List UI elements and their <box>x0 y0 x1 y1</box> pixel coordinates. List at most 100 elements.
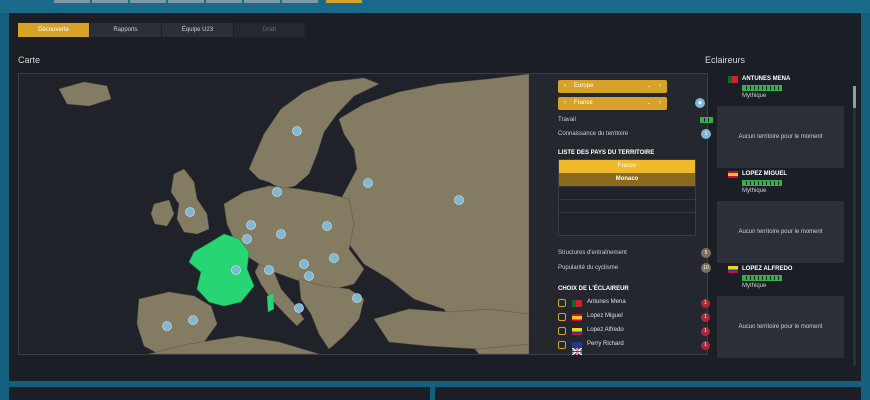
scout-option-name[interactable]: Lopez Alfredo <box>587 327 624 333</box>
country-next-button[interactable]: › <box>655 97 665 110</box>
corsica-island <box>267 294 274 312</box>
scout-rank: Mythique <box>742 188 767 194</box>
marker-icon[interactable] <box>246 220 256 230</box>
country-list-item[interactable]: Monaco <box>559 173 695 186</box>
scout-name[interactable]: ANTUNES MENA <box>742 76 790 82</box>
scouts-section-title: Eclaireurs <box>705 55 746 65</box>
marker-icon[interactable] <box>329 253 339 263</box>
great-britain-land <box>170 168 210 235</box>
scout-territory-box[interactable]: Aucun territoire pour le moment <box>717 201 844 263</box>
scout-option-name[interactable]: Antunes Mena <box>587 299 626 305</box>
top-nav-item[interactable] <box>282 0 318 3</box>
portugal-flag-icon <box>728 76 738 83</box>
tab-reports[interactable]: Rapports <box>90 23 161 37</box>
region-prev-button[interactable]: ‹ <box>560 80 570 93</box>
marker-icon[interactable] <box>188 315 198 325</box>
colombia-flag-icon <box>728 266 738 273</box>
marker-icon[interactable] <box>352 293 362 303</box>
work-label: Travail <box>558 117 576 123</box>
country-list-empty-row <box>559 199 695 212</box>
map-frame: ‹ Europe ⌄ › ‹ France ⌄ › ◆ Travail Conn… <box>18 73 713 356</box>
scout-name[interactable]: LOPEZ ALFREDO <box>742 266 792 272</box>
work-progress-bar <box>700 117 713 123</box>
scout-rank: Mythique <box>742 283 767 289</box>
europe-map[interactable] <box>19 74 529 354</box>
scout-checkbox[interactable] <box>558 313 566 321</box>
bottom-panel-right <box>435 387 861 400</box>
marker-icon[interactable] <box>454 195 464 205</box>
bottom-panel-left <box>9 387 430 400</box>
top-nav-item[interactable] <box>92 0 128 3</box>
info-icon[interactable]: ◆ <box>695 98 705 108</box>
iceland-land <box>58 81 112 107</box>
top-nav-item[interactable] <box>54 0 90 3</box>
marker-icon[interactable] <box>272 187 282 197</box>
turkey-land <box>373 308 529 350</box>
tab-bar: Découverte Rapports Équipe U23 Draft <box>18 23 306 37</box>
scout-checkbox[interactable] <box>558 327 566 335</box>
top-nav-item[interactable] <box>168 0 204 3</box>
marker-icon[interactable] <box>363 178 373 188</box>
scouts-scrollbar-thumb[interactable] <box>853 86 856 108</box>
marker-icon[interactable] <box>242 234 252 244</box>
scout-level-bar <box>742 180 782 186</box>
tab-discovery[interactable]: Découverte <box>18 23 89 37</box>
marker-icon[interactable] <box>231 265 241 275</box>
top-nav-item[interactable] <box>206 0 242 3</box>
tab-draft: Draft <box>234 23 305 37</box>
scout-checkbox[interactable] <box>558 299 566 307</box>
top-nav-item[interactable] <box>130 0 166 3</box>
scout-territory-box[interactable]: Aucun territoire pour le moment <box>717 106 844 168</box>
europe-map-graphic <box>58 74 529 354</box>
scout-option-name[interactable]: Lopez Miguel <box>587 313 623 319</box>
country-list-item[interactable]: France <box>559 160 695 173</box>
scout-option-badge: 1 <box>701 299 710 308</box>
marker-icon[interactable] <box>292 126 302 136</box>
uk-flag-icon <box>571 342 583 356</box>
region-selector[interactable]: ‹ Europe ⌄ › <box>558 80 667 93</box>
knowledge-badge: 1 <box>701 129 711 139</box>
scout-rank: Mythique <box>742 93 767 99</box>
map-section-title: Carte <box>18 55 41 65</box>
scout-option-badge: 1 <box>701 327 710 336</box>
marker-icon[interactable] <box>304 271 314 281</box>
scout-choice-title: CHOIX DE L'ÉCLAIREUR <box>558 286 629 292</box>
popularity-label: Popularité du cyclisme <box>558 265 619 271</box>
spain-flag-icon <box>728 171 738 178</box>
country-list-empty-row <box>559 212 695 225</box>
country-list-title: LISTE DES PAYS DU TERRITOIRE <box>558 150 655 156</box>
region-value: Europe <box>574 83 594 89</box>
territory-panel: ‹ Europe ⌄ › ‹ France ⌄ › ◆ Travail Conn… <box>539 74 713 356</box>
scout-name[interactable]: LOPEZ MIGUEL <box>742 171 787 177</box>
chevron-down-icon[interactable]: ⌄ <box>647 80 651 93</box>
marker-icon[interactable] <box>276 229 286 239</box>
region-next-button[interactable]: › <box>655 80 665 93</box>
scouting-screen: Découverte Rapports Équipe U23 Draft Car… <box>9 13 861 381</box>
country-list: France Monaco <box>558 159 696 236</box>
country-selector[interactable]: ‹ France ⌄ › <box>558 97 667 110</box>
scout-option-name[interactable]: Perry Richard <box>587 341 624 347</box>
marker-icon[interactable] <box>322 221 332 231</box>
top-nav-item[interactable] <box>244 0 280 3</box>
marker-icon[interactable] <box>162 321 172 331</box>
scout-option-badge: 1 <box>701 341 710 350</box>
scout-option-badge: 1 <box>701 313 710 322</box>
scouts-scrollbar[interactable] <box>853 86 856 366</box>
marker-icon[interactable] <box>264 265 274 275</box>
training-label: Structures d'entraînement <box>558 250 627 256</box>
ireland-land <box>150 199 175 227</box>
chevron-down-icon[interactable]: ⌄ <box>647 97 651 110</box>
portugal-flag-icon <box>572 300 582 307</box>
scout-territory-box[interactable]: Aucun territoire pour le moment <box>717 296 844 358</box>
marker-icon[interactable] <box>185 207 195 217</box>
tab-u23-team[interactable]: Équipe U23 <box>162 23 233 37</box>
scout-level-bar <box>742 275 782 281</box>
country-prev-button[interactable]: ‹ <box>560 97 570 110</box>
training-badge: 5 <box>701 248 711 258</box>
scouts-list: ANTUNES MENA Mythique Aucun territoire p… <box>715 73 856 368</box>
country-value: France <box>574 100 593 106</box>
marker-icon[interactable] <box>294 303 304 313</box>
marker-icon[interactable] <box>299 259 309 269</box>
scout-checkbox[interactable] <box>558 341 566 349</box>
top-nav-item-active[interactable] <box>326 0 362 3</box>
